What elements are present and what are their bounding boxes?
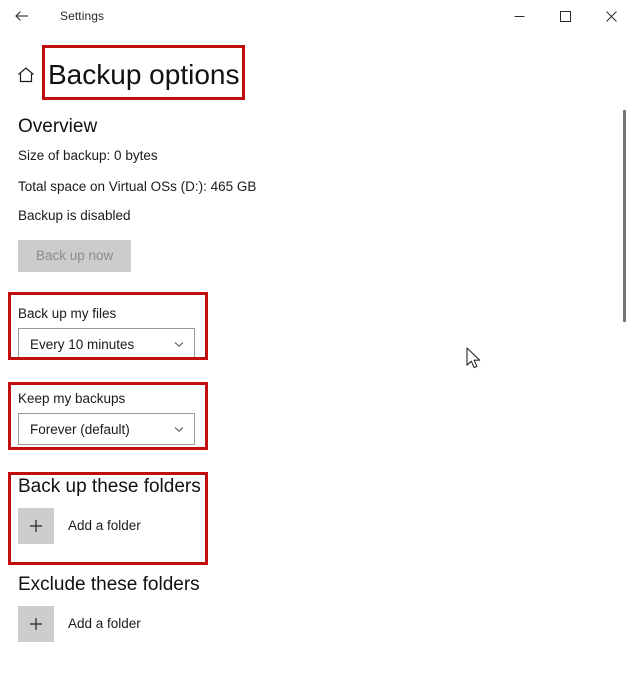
settings-content: Overview Size of backup: 0 bytes Total s… <box>0 116 634 642</box>
overview-heading: Overview <box>18 116 98 137</box>
plus-icon <box>27 517 45 535</box>
scrollbar[interactable] <box>619 40 629 678</box>
scrollbar-thumb[interactable] <box>623 110 626 322</box>
total-space-text: Total space on Virtual OSs (D:): 465 GB <box>18 179 257 195</box>
keep-backups-value: Forever (default) <box>30 421 130 437</box>
backup-frequency-label: Back up my files <box>18 305 117 321</box>
minimize-icon <box>514 11 525 22</box>
maximize-icon <box>559 10 571 22</box>
home-icon[interactable] <box>14 63 38 87</box>
keep-backups-section: Keep my backups Forever (default) <box>18 391 614 446</box>
backup-frequency-dropdown[interactable]: Every 10 minutes <box>18 328 195 361</box>
close-icon <box>605 10 617 22</box>
chevron-down-icon <box>172 337 186 351</box>
exclude-folders-heading: Exclude these folders <box>18 574 200 596</box>
maximize-button[interactable] <box>542 0 588 32</box>
back-button[interactable] <box>0 0 44 32</box>
exclude-add-folder-label: Add a folder <box>68 615 141 631</box>
app-title: Settings <box>60 9 105 23</box>
plus-icon <box>27 615 45 633</box>
exclude-add-folder-row[interactable]: Add a folder <box>18 605 614 642</box>
include-add-folder-label: Add a folder <box>68 518 141 534</box>
title-bar: Settings <box>0 0 634 32</box>
window-controls <box>496 0 634 32</box>
page-title: Backup options <box>48 59 240 90</box>
overview-section: Overview Size of backup: 0 bytes Total s… <box>18 116 614 272</box>
close-button[interactable] <box>588 0 634 32</box>
add-folder-button[interactable] <box>18 605 54 642</box>
exclude-folders-section: Exclude these folders Add a folder <box>18 574 614 642</box>
backup-frequency-section: Back up my files Every 10 minutes <box>18 305 614 361</box>
backup-status-text: Backup is disabled <box>18 208 131 224</box>
back-up-now-button[interactable]: Back up now <box>18 240 132 272</box>
include-add-folder-row[interactable]: Add a folder <box>18 508 614 545</box>
keep-backups-label: Keep my backups <box>18 391 126 407</box>
keep-backups-dropdown[interactable]: Forever (default) <box>18 413 195 446</box>
include-folders-section: Back up these folders Add a folder <box>18 476 614 545</box>
back-arrow-icon <box>13 7 31 25</box>
include-folders-heading: Back up these folders <box>18 476 201 498</box>
size-of-backup-text: Size of backup: 0 bytes <box>18 147 158 163</box>
page-header: Backup options <box>0 50 634 100</box>
minimize-button[interactable] <box>496 0 542 32</box>
backup-frequency-value: Every 10 minutes <box>30 336 135 352</box>
chevron-down-icon <box>172 422 186 436</box>
add-folder-button[interactable] <box>18 508 54 545</box>
